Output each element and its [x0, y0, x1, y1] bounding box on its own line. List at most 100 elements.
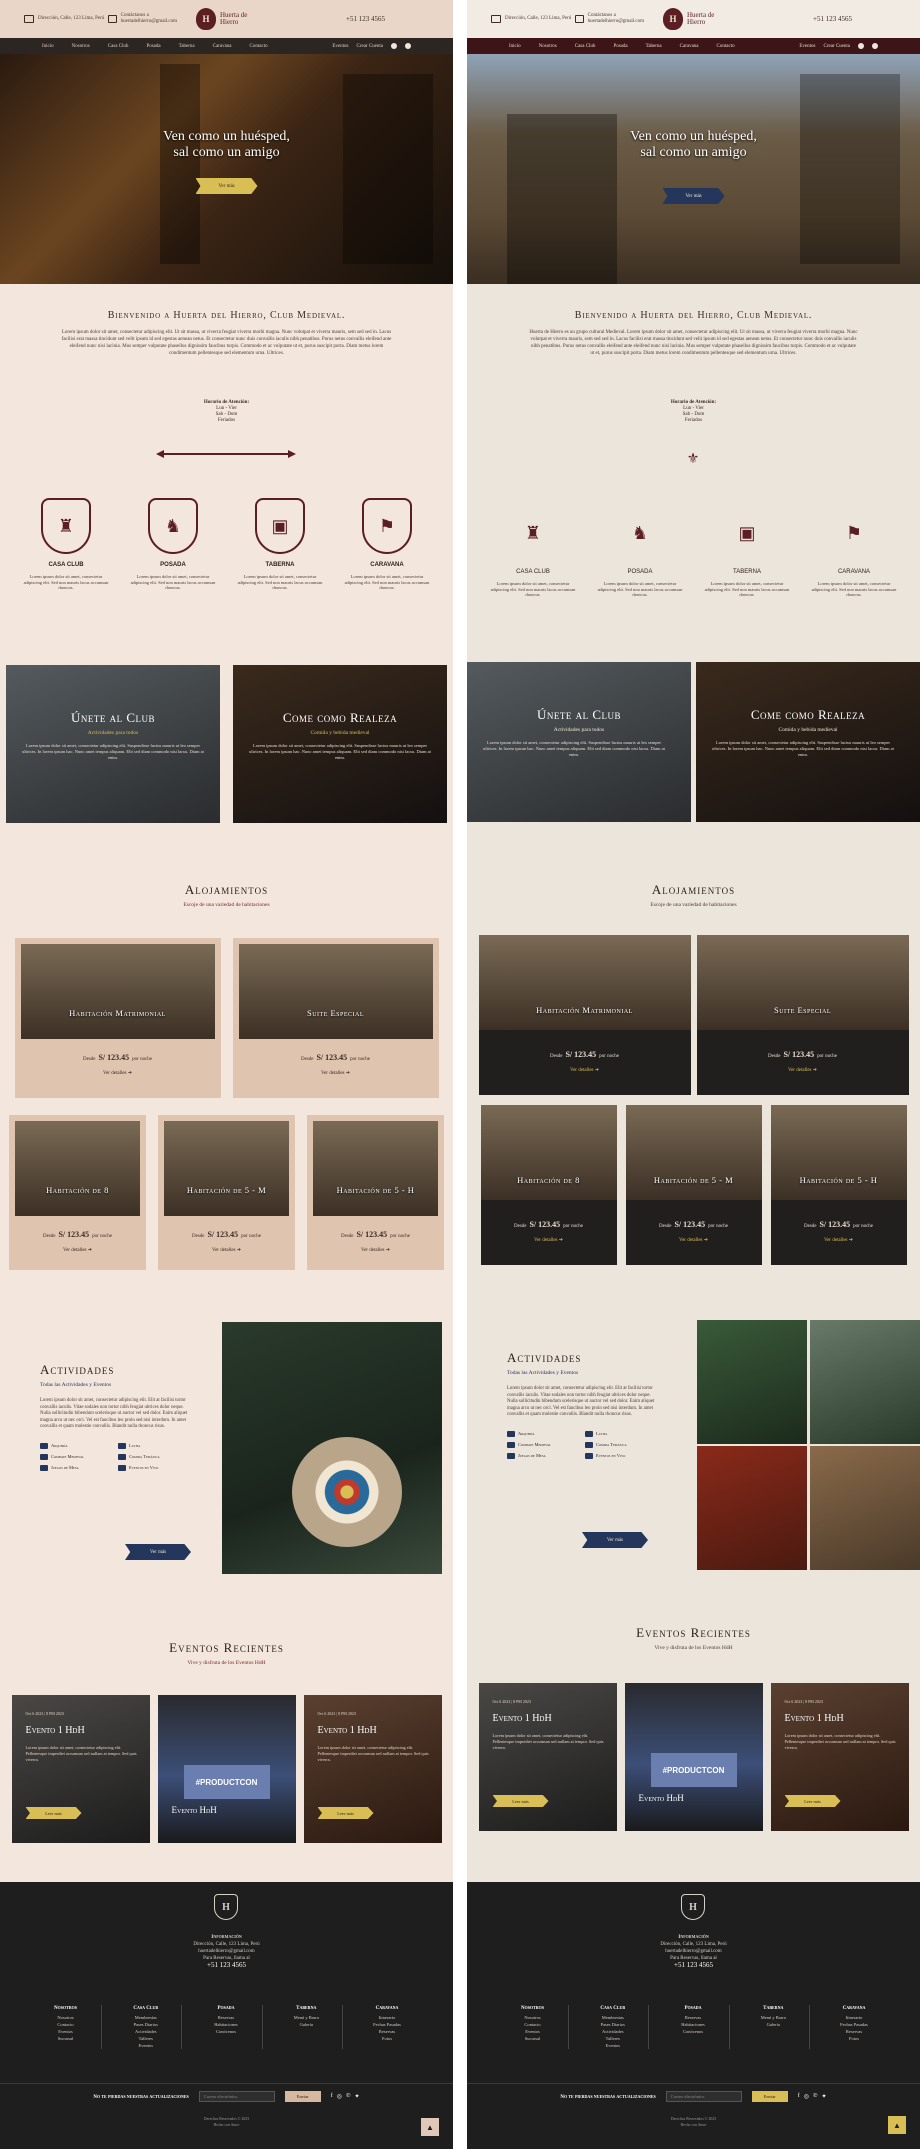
footer-link[interactable]: Contacto	[30, 2021, 101, 2028]
nav-casa-club[interactable]: Casa Club	[575, 44, 596, 49]
footer-link[interactable]: Fechas Pasadas	[351, 2021, 423, 2028]
footer-link[interactable]: Nosotros	[30, 2014, 101, 2021]
amenity-posada[interactable]: ♞ POSADA Lorem ipsum dolor sit amet, con…	[127, 498, 219, 591]
footer-link[interactable]: Fechas Pasadas	[818, 2021, 890, 2028]
arrow-up-icon[interactable]: ▲	[888, 2116, 906, 2134]
footer-link[interactable]: Fotos	[351, 2035, 423, 2042]
event-read-more[interactable]: Leer más	[317, 1807, 374, 1819]
room-details-link[interactable]: Ver detalles ➔	[233, 1070, 439, 1076]
instagram-icon[interactable]: ◎	[337, 2093, 342, 2100]
twitter-icon[interactable]: ✦	[355, 2093, 360, 2100]
arrow-up-icon[interactable]: ▲	[421, 2118, 439, 2136]
nav-contacto[interactable]: Contacto	[717, 44, 735, 49]
promo-join-club[interactable]: Únete al Club Actividades para todos Lor…	[6, 665, 220, 823]
footer-email[interactable]: huertadelhierro@gmail.com	[467, 1948, 920, 1955]
footer-link[interactable]: Eventos	[577, 2042, 648, 2049]
footer-link[interactable]: Itinerario	[351, 2014, 423, 2021]
email-block[interactable]: Contáctanos a huertadelhierro@gmail.com	[108, 13, 192, 25]
footer-link[interactable]: Reservas	[191, 2014, 262, 2021]
site-logo[interactable]: H Huerta de Hierro	[196, 8, 256, 30]
promo-eat-royalty[interactable]: Come como Realeza Comida y bebida mediev…	[696, 662, 920, 822]
footer-link[interactable]: Habitaciones	[191, 2021, 262, 2028]
twitter-icon[interactable]: ✦	[822, 2093, 827, 2100]
amenity-taberna[interactable]: ▣ TABERNA Lorem ipsum dolor sit amet, co…	[234, 498, 326, 591]
facebook-icon[interactable]: f	[331, 2093, 333, 2100]
email-block[interactable]: Contáctanos a huertadelhierro@gmail.com	[575, 13, 659, 25]
room-details-link[interactable]: Ver detalles ➔	[481, 1237, 617, 1243]
amenity-caravana[interactable]: ⚑ CARAVANA Lorem ipsum dolor sit amet, c…	[808, 505, 900, 598]
event-card[interactable]: Oct 6 2023 | 8 PM 2023 Evento 1 HdH Lore…	[303, 1695, 442, 1843]
nav-taberna[interactable]: Taberna	[179, 44, 195, 49]
room-card[interactable]: Habitación de 5 - M Desde S/ 123.45 por no…	[158, 1115, 295, 1270]
footer-link[interactable]: Eventos	[497, 2028, 568, 2035]
footer-link[interactable]: Conócenos	[191, 2028, 262, 2035]
amenity-caravana[interactable]: ⚑ CARAVANA Lorem ipsum dolor sit amet, c…	[341, 498, 433, 591]
footer-link[interactable]: Menú y Barra	[738, 2014, 809, 2021]
nav-posada[interactable]: Posada	[613, 44, 627, 49]
newsletter-email-input[interactable]: Correo electrónico	[198, 2091, 275, 2102]
event-read-more[interactable]: Leer más	[25, 1807, 82, 1819]
footer-link[interactable]: Conócenos	[658, 2028, 729, 2035]
event-card[interactable]: Oct 6 2023 | 8 PM 2023 Evento 1 HdH Lore…	[478, 1683, 617, 1831]
room-details-link[interactable]: Ver detalles ➔	[9, 1247, 146, 1253]
room-details-link[interactable]: Ver detalles ➔	[697, 1067, 909, 1073]
room-details-link[interactable]: Ver detalles ➔	[15, 1070, 221, 1076]
cart-icon[interactable]	[872, 43, 878, 49]
cart-icon[interactable]	[405, 43, 411, 49]
room-card[interactable]: Habitación Matrimonial Desde S/ 123.45 por…	[478, 935, 691, 1095]
footer-link[interactable]: Reservas	[658, 2014, 729, 2021]
user-icon[interactable]	[391, 43, 397, 49]
site-logo[interactable]: H Huerta de Hierro	[663, 8, 723, 30]
footer-logo-icon[interactable]: H	[681, 1894, 705, 1920]
activities-button[interactable]: Ver más	[582, 1532, 648, 1548]
amenity-taberna[interactable]: ▣ TABERNA Lorem ipsum dolor sit amet, co…	[701, 505, 793, 598]
footer-link[interactable]: Pases Diarios	[577, 2021, 648, 2028]
nav-taberna[interactable]: Taberna	[646, 44, 662, 49]
promo-join-club[interactable]: Únete al Club Actividades para todos Lor…	[467, 662, 691, 822]
nav-caravana[interactable]: Caravana	[680, 44, 699, 49]
room-details-link[interactable]: Ver detalles ➔	[307, 1247, 444, 1253]
facebook-icon[interactable]: f	[798, 2093, 800, 2100]
newsletter-submit-button[interactable]: Enviar	[284, 2091, 321, 2102]
room-details-link[interactable]: Ver detalles ➔	[479, 1067, 691, 1073]
event-card[interactable]: Oct 6 2023 | 8 PM 2023 Evento 1 HdH Lore…	[770, 1683, 909, 1831]
footer-link[interactable]: Nosotros	[497, 2014, 568, 2021]
footer-link[interactable]: Fotos	[818, 2035, 890, 2042]
event-read-more[interactable]: Leer más	[492, 1795, 549, 1807]
phone-number[interactable]: +51 123 4565	[813, 15, 852, 23]
amenity-casa-club[interactable]: ♜ CASA CLUB Lorem ipsum dolor sit amet, …	[487, 505, 579, 598]
footer-link[interactable]: Actividades	[577, 2028, 648, 2035]
room-card[interactable]: Suite Especial Desde S/ 123.45 por noche V…	[232, 938, 439, 1098]
footer-link[interactable]: Membresías	[577, 2014, 648, 2021]
user-icon[interactable]	[858, 43, 864, 49]
nav-posada[interactable]: Posada	[146, 44, 160, 49]
footer-link[interactable]: Menú y Barra	[271, 2014, 342, 2021]
room-card[interactable]: Suite Especial Desde S/ 123.45 por noche V…	[696, 935, 909, 1095]
newsletter-email-input[interactable]: Correo electrónico	[665, 2091, 742, 2102]
footer-link[interactable]: Eventos	[110, 2042, 181, 2049]
footer-phone[interactable]: +51 123 4565	[467, 1962, 920, 1969]
footer-link[interactable]: Contacto	[497, 2021, 568, 2028]
room-card[interactable]: Habitación de 5 - M Desde S/ 123.45 por no…	[625, 1105, 762, 1265]
event-read-more[interactable]: Leer más	[784, 1795, 841, 1807]
instagram-icon[interactable]: ◎	[804, 2093, 809, 2100]
footer-link[interactable]: Talleres	[110, 2035, 181, 2042]
newsletter-submit-button[interactable]: Enviar	[751, 2091, 788, 2102]
footer-link[interactable]: Actividades	[110, 2028, 181, 2035]
footer-link[interactable]: Galería	[738, 2021, 809, 2028]
room-card[interactable]: Habitación de 8 Desde S/ 123.45 por noche …	[9, 1115, 146, 1270]
room-card[interactable]: Habitación de 8 Desde S/ 123.45 por noche …	[480, 1105, 617, 1265]
room-details-link[interactable]: Ver detalles ➔	[158, 1247, 295, 1253]
activities-button[interactable]: Ver más	[125, 1544, 191, 1560]
footer-link[interactable]: Sucursal	[30, 2035, 101, 2042]
hero-button[interactable]: Ver más	[662, 188, 725, 204]
amenity-posada[interactable]: ♞ POSADA Lorem ipsum dolor sit amet, con…	[594, 505, 686, 598]
nav-inicio[interactable]: Inicio	[509, 44, 521, 49]
hero-button[interactable]: Ver más	[195, 178, 258, 194]
phone-number[interactable]: +51 123 4565	[346, 15, 385, 23]
footer-link[interactable]: Habitaciones	[658, 2021, 729, 2028]
nav-crear-cuenta[interactable]: Crear Cuenta	[823, 44, 850, 49]
nav-nosotros[interactable]: Nosotros	[72, 44, 90, 49]
pinterest-icon[interactable]: ℗	[346, 2093, 351, 2100]
nav-contacto[interactable]: Contacto	[250, 44, 268, 49]
